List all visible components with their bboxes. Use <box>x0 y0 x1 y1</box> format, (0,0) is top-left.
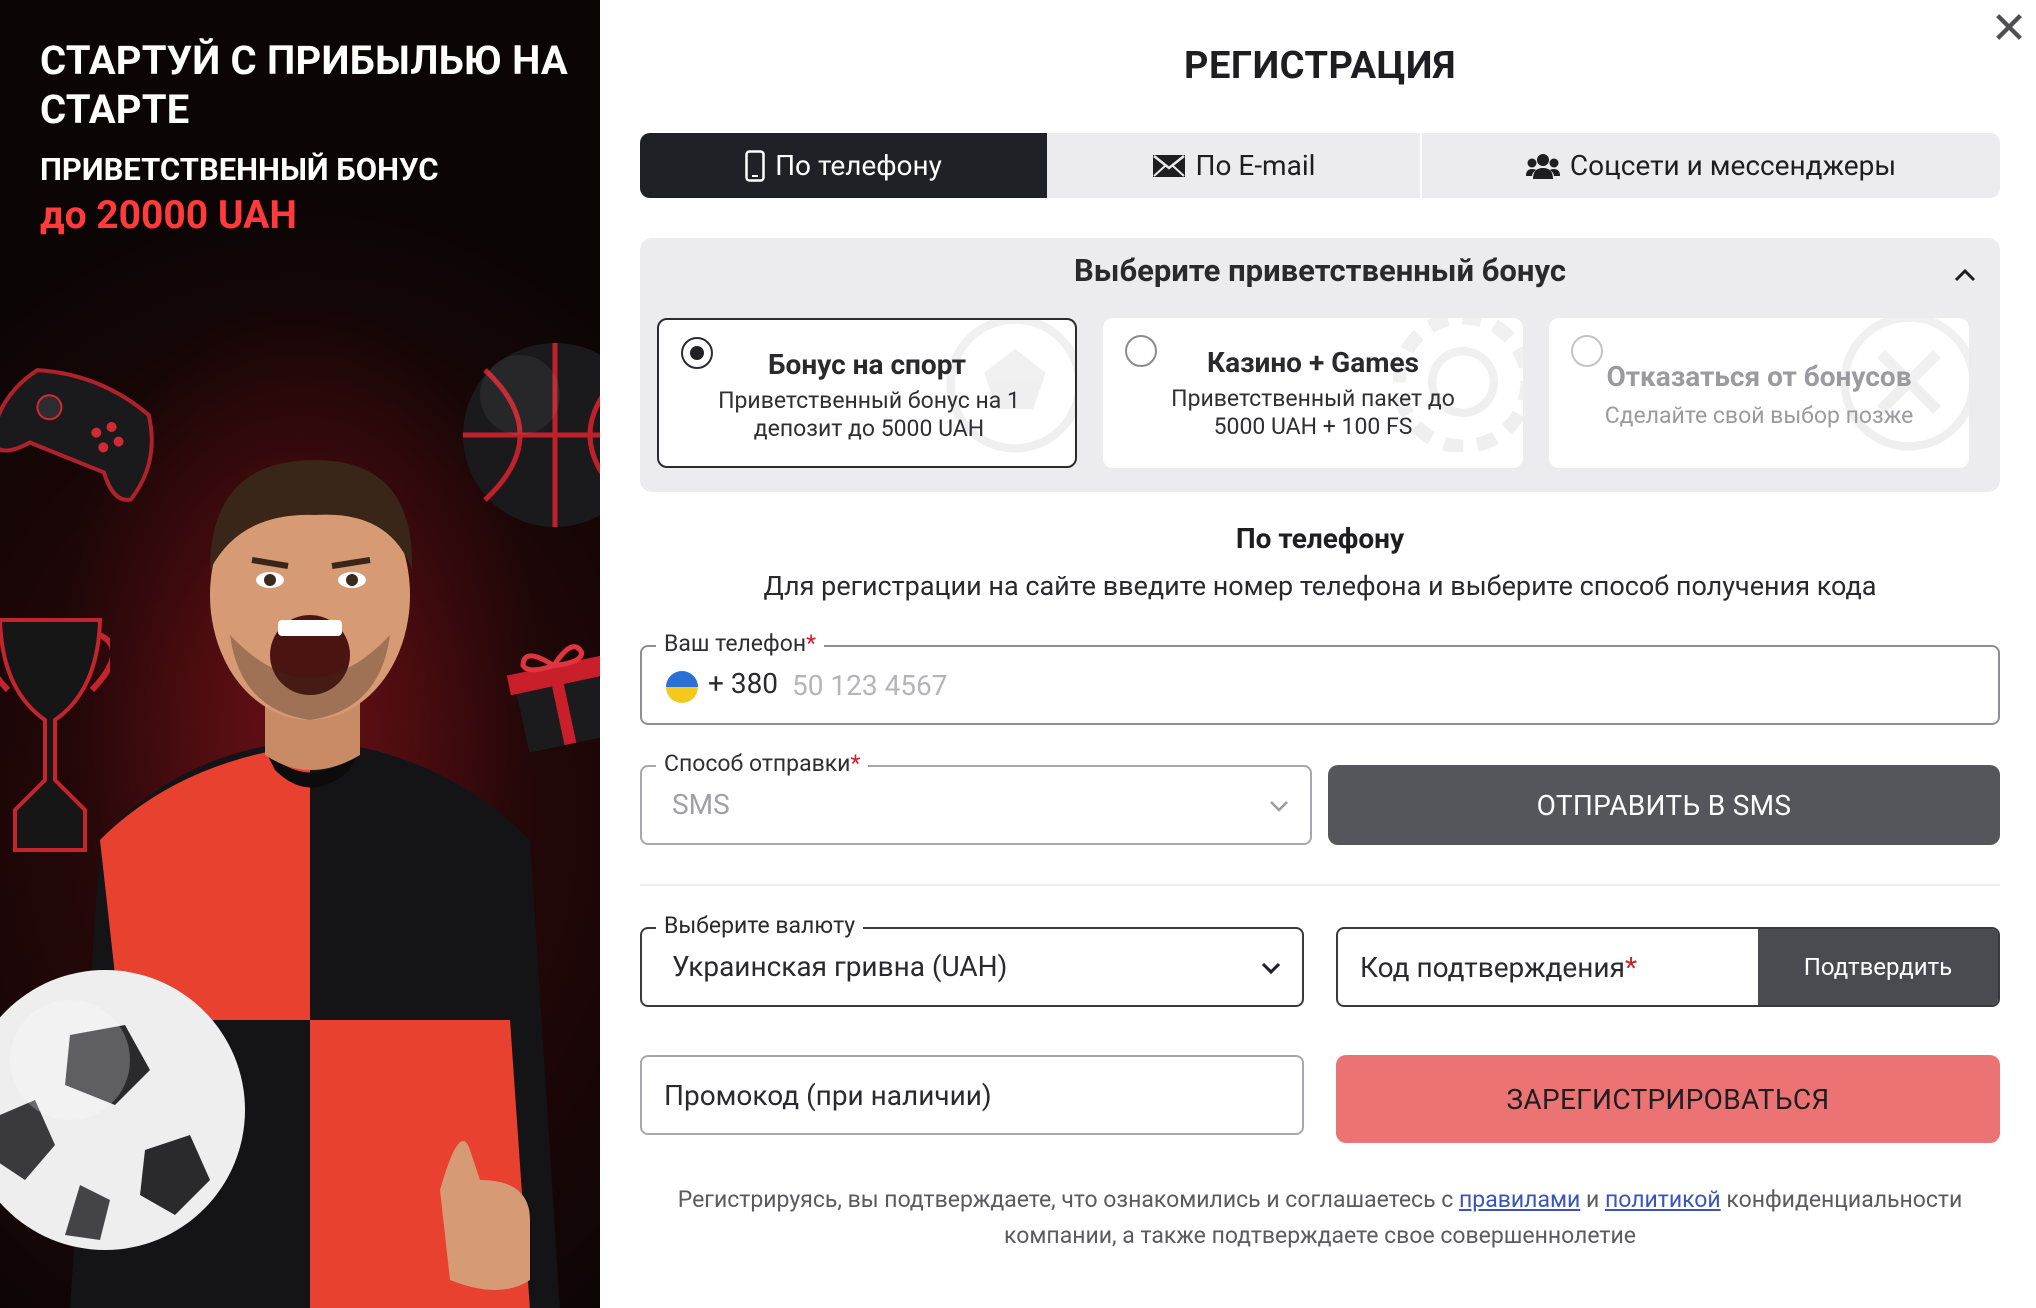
send-method-select[interactable]: Способ отправки* SMS <box>640 750 1312 845</box>
tab-social[interactable]: Соцсети и мессенджеры <box>1422 133 2000 198</box>
envelope-icon <box>1152 154 1185 177</box>
confirmation-code-field[interactable]: Код подтверждения* Подтвердить <box>1336 927 2000 1007</box>
currency-select[interactable]: Выберите валюту Украинская гривна (UAH) <box>640 912 1304 1007</box>
registration-modal: СТАРТУЙ С ПРИБЫЛЬЮ НА СТАРТЕ ПРИВЕТСТВЕН… <box>0 0 2036 1308</box>
bonus-option-description: Приветственный бонус на 1 депозит до 500… <box>718 387 1020 442</box>
terms-middle: и <box>1580 1186 1605 1213</box>
tab-phone-label: По телефону <box>775 149 942 182</box>
bonus-option-description: Приветственный пакет до 5000 UAH + 100 F… <box>1171 385 1455 440</box>
send-method-value: SMS <box>672 788 730 821</box>
tab-social-label: Соцсети и мессенджеры <box>1569 149 1897 182</box>
required-mark: * <box>806 630 816 657</box>
chevron-down-icon <box>1270 801 1288 812</box>
promocode-label: Промокод (при наличии) <box>664 1079 992 1112</box>
confirmation-code-label: Код подтверждения* <box>1360 951 1637 984</box>
promo-banner: СТАРТУЙ С ПРИБЫЛЬЮ НА СТАРТЕ ПРИВЕТСТВЕН… <box>0 0 600 1308</box>
tab-email-label: По E-mail <box>1195 149 1316 182</box>
registration-method-tabs: По телефону По E-mail Соцсети и мессендж… <box>640 133 2000 198</box>
policy-link[interactable]: политикой <box>1605 1186 1721 1213</box>
bonus-option-sport[interactable]: Бонус на спорт Приветственный бонус на 1… <box>657 318 1077 468</box>
bonus-selector: Выберите приветственный бонус Бонус на с… <box>640 238 2000 492</box>
bonus-heading: Выберите приветственный бонус <box>1073 252 1567 289</box>
divider <box>640 884 2000 886</box>
bonus-option-casino[interactable]: Казино + Games Приветственный пакет до 5… <box>1103 318 1523 468</box>
chevron-up-icon[interactable] <box>1948 258 1982 292</box>
bonus-option-description: Сделайте свой выбор позже <box>1604 402 1914 429</box>
required-mark: * <box>1624 951 1638 984</box>
terms-before: Регистрируясь, вы подтверждаете, что озн… <box>677 1186 1460 1213</box>
close-icon[interactable]: ✕ <box>1990 6 2028 50</box>
tab-email[interactable]: По E-mail <box>1047 133 1422 198</box>
promo-title: СТАРТУЙ С ПРИБЫЛЬЮ НА СТАРТЕ <box>40 37 568 133</box>
page-title: РЕГИСТРАЦИЯ <box>1184 44 1456 88</box>
currency-value: Украинская гривна (UAH) <box>672 950 1008 983</box>
send-sms-button[interactable]: ОТПРАВИТЬ В SMS <box>1328 765 2000 845</box>
promocode-input[interactable]: Промокод (при наличии) <box>640 1055 1304 1135</box>
register-button[interactable]: ЗАРЕГИСТРИРОВАТЬСЯ <box>1336 1055 2000 1143</box>
promo-bonus-amount: до 20000 UAH <box>40 192 297 238</box>
ukraine-flag-icon[interactable] <box>666 671 698 703</box>
terms-text: Регистрируясь, вы подтверждаете, что озн… <box>640 1182 2000 1254</box>
required-mark: * <box>850 750 861 777</box>
currency-label: Выберите валюту <box>656 912 864 939</box>
users-icon <box>1525 153 1560 179</box>
tab-phone[interactable]: По телефону <box>640 133 1047 198</box>
phone-field: Ваш телефон* + 380 <box>640 630 2000 725</box>
section-title: По телефону <box>1235 522 1405 555</box>
send-method-legend: Способ отправки* <box>656 750 869 777</box>
promo-subtitle: ПРИВЕТСТВЕННЫЙ БОНУС <box>40 151 439 188</box>
bonus-option-title: Бонус на спорт <box>768 348 966 381</box>
football-image <box>0 970 245 1250</box>
send-method-label: Способ отправки <box>664 750 851 777</box>
phone-field-legend: Ваш телефон* <box>656 630 824 657</box>
confirmation-code-text: Код подтверждения <box>1360 951 1625 984</box>
phone-input[interactable] <box>792 659 1972 711</box>
bonus-option-decline[interactable]: Отказаться от бонусов Сделайте свой выбо… <box>1549 318 1969 468</box>
phone-field-label: Ваш телефон <box>664 630 807 657</box>
confirm-button[interactable]: Подтвердить <box>1758 929 1998 1005</box>
section-description: Для регистрации на сайте введите номер т… <box>763 570 1877 602</box>
bonus-option-title: Отказаться от бонусов <box>1606 360 1912 393</box>
bonus-option-title: Казино + Games <box>1207 346 1419 379</box>
rules-link[interactable]: правилами <box>1459 1186 1580 1213</box>
country-code: + 380 <box>708 667 779 700</box>
chevron-down-icon <box>1261 962 1281 975</box>
phone-icon <box>745 149 765 182</box>
